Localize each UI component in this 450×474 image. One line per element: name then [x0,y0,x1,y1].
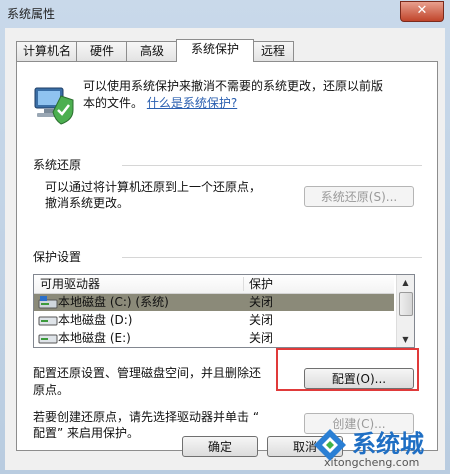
protection-settings-heading: 保护设置 [33,250,82,264]
system-protection-icon [34,87,74,125]
tab-advanced[interactable]: 高级 [126,41,178,61]
highlight-box [276,348,419,391]
watermark: 系统城 xitongcheng.com [310,423,450,474]
ok-button[interactable]: 确定 [182,436,258,457]
close-button[interactable]: ✕ [400,1,444,22]
tab-remote[interactable]: 远程 [252,41,294,61]
drive-protection-status: 关闭 [249,313,274,327]
restore-text-line1: 可以通过将计算机还原到上一个还原点， [45,180,262,194]
drive-name: 本地磁盘 (E:) [58,331,131,345]
window-title: 系统属性 [7,7,56,21]
scroll-down-arrow-icon[interactable]: ▼ [398,332,413,347]
system-restore-button[interactable]: 系统还原(S)... [304,186,414,207]
column-header-protection[interactable]: 保护 [249,275,273,293]
column-divider [243,277,244,291]
dialog-client: 计算机名 硬件 高级 系统保护 远程 可以使用系统保护来撤消不需要的系统更改，还… [5,28,445,470]
drive-row[interactable]: 本地磁盘 (D:) 关闭 [34,312,394,329]
title-bar: 系统属性 ✕ [0,0,450,26]
drive-protection-status: 关闭 [249,331,274,345]
configure-text-line2: 原点。 [33,383,70,397]
divider [122,257,422,258]
hard-drive-icon [38,334,58,344]
system-protection-panel: 可以使用系统保护来撤消不需要的系统更改，还原以前版 本的文件。 什么是系统保护?… [16,61,438,451]
drive-list-scrollbar[interactable]: ▲ ▼ [396,275,414,347]
divider [122,165,422,166]
drive-list[interactable]: 可用驱动器 保护 本地磁盘 (C:) (系统) 关闭 本地磁盘 (D:) 关闭 … [33,274,415,348]
drive-row[interactable]: 本地磁盘 (E:) 关闭 [34,330,394,347]
restore-text-line2: 撤消系统更改。 [45,196,130,210]
configure-text-line1: 配置还原设置、管理磁盘空间，并且删除还 [33,366,262,380]
watermark-url: xitongcheng.com [324,456,420,469]
what-is-system-protection-link[interactable]: 什么是系统保护? [147,96,237,110]
scroll-thumb[interactable] [399,292,413,316]
column-header-drive[interactable]: 可用驱动器 [40,275,100,293]
tab-hardware[interactable]: 硬件 [76,41,128,61]
drive-list-header: 可用驱动器 保护 [34,275,394,294]
system-restore-heading: 系统还原 [33,158,82,172]
tab-computer-name[interactable]: 计算机名 [16,41,78,61]
hard-drive-icon [38,316,58,326]
drive-name: 本地磁盘 (D:) [58,313,133,327]
create-text-line1: 若要创建还原点，请先选择驱动器并单击 “ [33,410,260,424]
intro-text-line2: 本的文件。 什么是系统保护? [83,95,237,111]
system-drive-icon [38,296,58,309]
drive-row[interactable]: 本地磁盘 (C:) (系统) 关闭 [34,294,394,311]
system-properties-window: 系统属性 ✕ 计算机名 硬件 高级 系统保护 远程 可以使用系统保护来撤消不需要… [0,0,450,474]
drive-protection-status: 关闭 [249,295,274,309]
tab-system-protection[interactable]: 系统保护 [176,39,254,62]
watermark-brand: 系统城 [352,430,424,458]
intro-text-tail: 本的文件。 [83,96,144,110]
drive-name: 本地磁盘 (C:) (系统) [58,295,169,309]
intro-text-line1: 可以使用系统保护来撤消不需要的系统更改，还原以前版 [83,79,384,93]
scroll-up-arrow-icon[interactable]: ▲ [398,275,413,290]
create-text-line2: 配置” 来启用保护。 [33,426,140,440]
